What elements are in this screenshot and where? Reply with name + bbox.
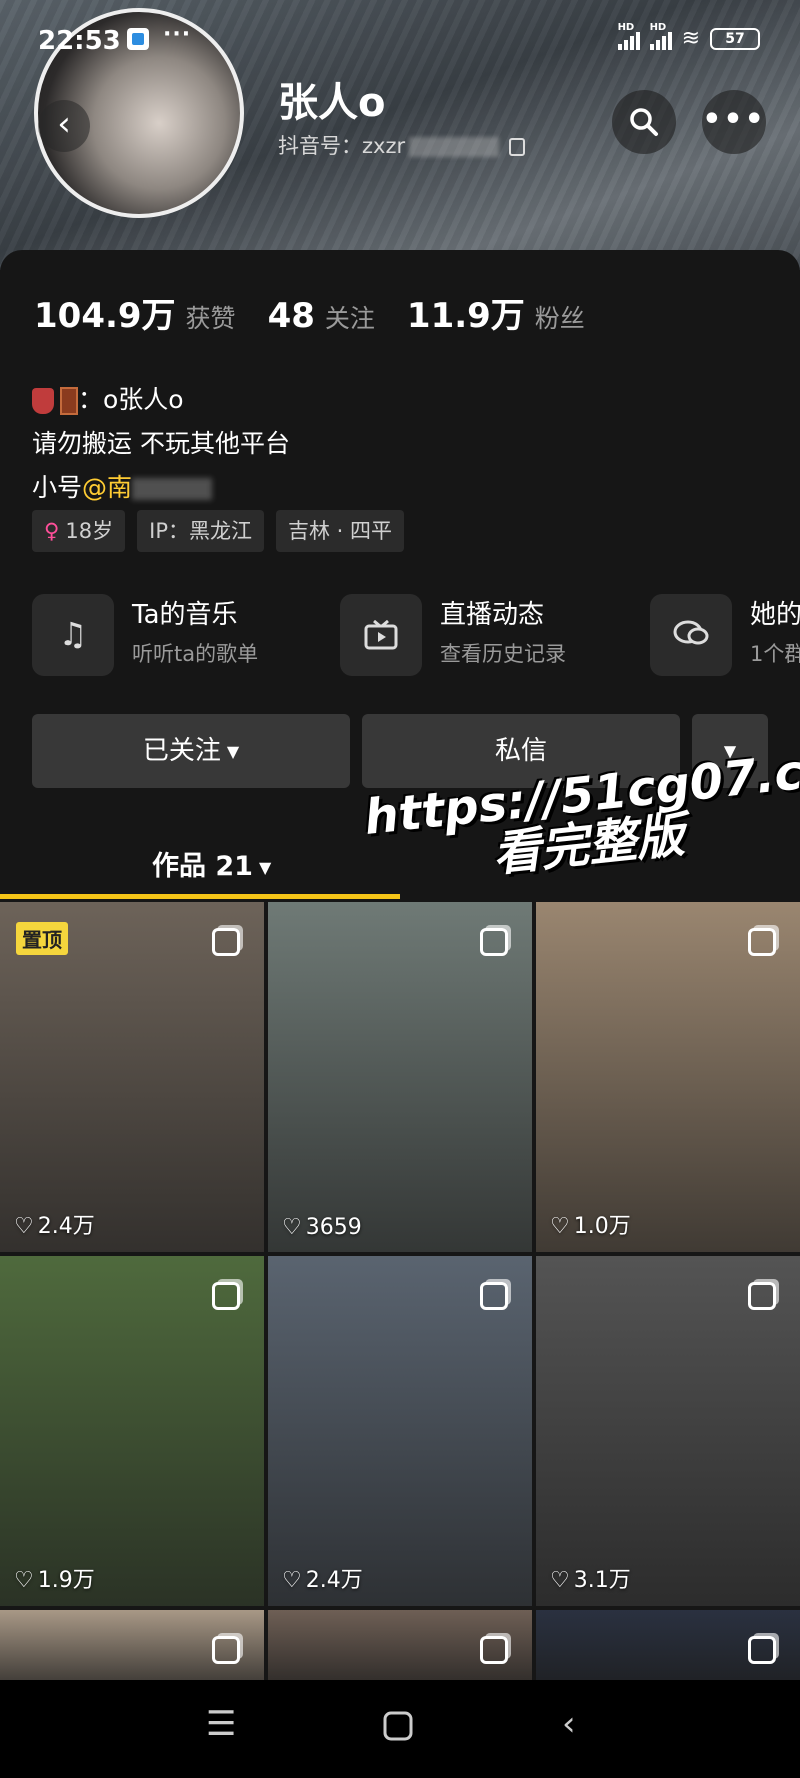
multi-image-icon	[748, 1636, 776, 1664]
female-icon: ♀	[44, 519, 60, 543]
caret-down-icon: ▼	[258, 858, 272, 877]
douyin-id: 抖音号：zxzr	[278, 130, 526, 160]
multi-image-icon	[748, 928, 776, 956]
video-thumbnail[interactable]	[0, 1610, 264, 1680]
following-button[interactable]: 已关注 ▼	[32, 714, 350, 788]
stat-followers[interactable]: 11.9万 粉丝	[407, 288, 585, 337]
wifi-icon: ≋	[681, 26, 700, 51]
chat-bubble-icon	[650, 594, 732, 676]
location-tag: 吉林 · 四平	[275, 510, 405, 552]
feature-row: ♫ Ta的音乐 听听ta的歌单 直播动态 查看历史记录 她的 1个群	[32, 590, 800, 676]
like-count: ♡ 1.0万	[550, 1214, 631, 1239]
like-count: ♡ 3659	[282, 1215, 362, 1240]
more-icon: •••	[702, 102, 766, 137]
stats-row: 104.9万 获赞 48 关注 11.9万 粉丝	[34, 288, 585, 337]
status-bar: 22:53 ··· HD HD ≋ 57	[0, 18, 800, 58]
heart-icon: ♡	[550, 1568, 570, 1593]
menu-icon[interactable]: ☰	[206, 1704, 236, 1744]
more-notifications-icon: ···	[163, 22, 192, 47]
copy-icon[interactable]	[509, 138, 526, 156]
video-thumbnail[interactable]: ♡ 1.9万	[0, 1256, 264, 1606]
video-thumbnail[interactable]	[536, 1610, 800, 1680]
multi-image-icon	[212, 928, 240, 956]
tv-icon	[340, 594, 422, 676]
like-count: ♡ 1.9万	[14, 1568, 95, 1593]
mention-link[interactable]: @南	[82, 473, 132, 502]
back-icon[interactable]: ‹	[562, 1704, 576, 1744]
profile-name: 张人o	[278, 80, 386, 126]
stat-following[interactable]: 48 关注	[268, 296, 375, 336]
music-note-icon: ♫	[32, 594, 114, 676]
video-thumbnail[interactable]: 置顶 ♡ 2.4万	[0, 902, 264, 1252]
video-thumbnail[interactable]: ♡ 3.1万	[536, 1256, 800, 1606]
heart-icon: ♡	[282, 1215, 302, 1240]
multi-image-icon	[212, 1636, 240, 1664]
video-thumbnail[interactable]: ♡ 2.4万	[268, 1256, 532, 1606]
heart-icon: ♡	[14, 1568, 34, 1593]
multi-image-icon	[748, 1282, 776, 1310]
door-emoji-icon	[60, 387, 78, 415]
tags-row: ♀ 18岁 IP：黑龙江 吉林 · 四平	[32, 510, 405, 552]
like-count: ♡ 3.1万	[550, 1568, 631, 1593]
scarf-emoji-icon	[32, 388, 54, 414]
multi-image-icon	[480, 1282, 508, 1310]
signal-icon: HD	[617, 22, 640, 50]
multi-image-icon	[212, 1282, 240, 1310]
tab-underline	[0, 894, 400, 899]
multi-image-icon	[480, 928, 508, 956]
system-nav-bar: ☰ ‹	[0, 1680, 800, 1778]
age-tag: ♀ 18岁	[32, 510, 126, 552]
battery-icon: 57	[710, 27, 760, 50]
status-time: 22:53	[38, 26, 121, 56]
heart-icon: ♡	[550, 1214, 570, 1239]
stat-likes[interactable]: 104.9万 获赞	[34, 288, 236, 337]
video-thumbnail[interactable]	[268, 1610, 532, 1680]
more-button[interactable]: •••	[702, 90, 766, 154]
bio: ：o张人o 请勿搬运 不玩其他平台 小号@南	[32, 385, 290, 502]
app-notification-icon	[127, 28, 149, 50]
search-button[interactable]	[612, 90, 676, 154]
like-count: ♡ 2.4万	[282, 1568, 363, 1593]
pinned-badge: 置顶	[16, 922, 68, 955]
like-count: ♡ 2.4万	[14, 1214, 95, 1239]
signal-icon-2: HD	[649, 22, 672, 50]
tab-works[interactable]: 作品 21 ▼	[152, 844, 271, 883]
ip-tag: IP：黑龙江	[137, 510, 264, 552]
video-thumbnail[interactable]: ♡ 1.0万	[536, 902, 800, 1252]
heart-icon: ♡	[14, 1214, 34, 1239]
caret-down-icon: ▼	[226, 741, 240, 761]
home-square-icon[interactable]	[382, 1702, 414, 1751]
chevron-left-icon: ‹	[57, 104, 71, 144]
video-grid: 置顶 ♡ 2.4万 ♡ 3659 ♡ 1.0万 ♡ 1.9万 ♡ 2.4万 ♡ 3.1万	[0, 902, 800, 1680]
video-thumbnail[interactable]: ♡ 3659	[268, 902, 532, 1252]
search-icon	[630, 108, 658, 136]
back-button[interactable]: ‹	[38, 100, 90, 152]
multi-image-icon	[480, 1636, 508, 1664]
heart-icon: ♡	[282, 1568, 302, 1593]
